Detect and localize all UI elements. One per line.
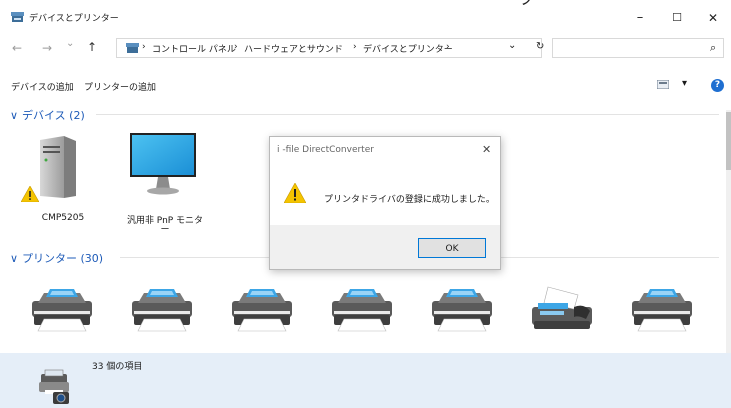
warning-icon [21, 186, 39, 202]
printer-icon[interactable] [130, 285, 194, 333]
warning-icon [284, 183, 306, 203]
group-divider [500, 257, 719, 258]
dialog-title: i -file DirectConverter [277, 145, 374, 155]
up-button[interactable]: ↑ [87, 40, 97, 54]
window-title: デバイスとプリンター [29, 14, 119, 24]
group-divider [96, 114, 719, 115]
scrollbar-thumb[interactable] [726, 112, 731, 170]
refresh-button[interactable]: ↻ [536, 41, 544, 52]
close-button[interactable]: ✕ [693, 7, 731, 29]
multi-device-icon [39, 369, 69, 404]
view-dropdown-arrow[interactable]: ▾ [682, 78, 687, 89]
add-printer-button[interactable]: プリンターの追加 [84, 80, 156, 93]
add-device-button[interactable]: デバイスの追加 [11, 80, 74, 93]
maximize-button[interactable]: ☐ [657, 7, 697, 29]
view-options-icon[interactable] [657, 80, 669, 89]
printer-icon[interactable] [230, 285, 294, 333]
minimize-button[interactable]: – [620, 7, 660, 29]
printer-icon[interactable] [330, 285, 394, 333]
device-label: CMP5205 [41, 213, 85, 223]
printers-group-header[interactable]: プリンター (30) [22, 250, 103, 266]
fax-icon[interactable] [530, 285, 594, 333]
computer-icon[interactable] [34, 136, 82, 200]
search-icon: ⌕ [710, 41, 717, 54]
ok-button[interactable]: OK [418, 238, 486, 258]
control-panel-icon [126, 43, 139, 53]
breadcrumb-separator: › [446, 42, 450, 52]
dialog-message: プリンタドライバの登録に成功しました。 [324, 195, 495, 205]
breadcrumb-control-panel[interactable]: コントロール パネル [152, 42, 236, 55]
printers-group-chevron-icon[interactable]: ∨ [10, 252, 18, 265]
breadcrumb-devices-printers[interactable]: デバイスとプリンター [363, 42, 453, 55]
monitor-icon[interactable] [128, 131, 200, 197]
breadcrumb-separator: › [353, 42, 357, 52]
address-dropdown-button[interactable]: ⌄ [508, 40, 516, 51]
back-button[interactable]: ← [12, 41, 22, 55]
printer-icon[interactable] [430, 285, 494, 333]
search-input[interactable] [552, 38, 724, 58]
device-label-overflow: ー [160, 225, 170, 235]
message-dialog: i -file DirectConverter ✕ プリンタドライバの登録に成功… [269, 136, 501, 270]
breadcrumb-hardware-sound[interactable]: ハードウェアとサウンド [244, 42, 343, 55]
forward-button[interactable]: → [42, 41, 52, 55]
breadcrumb-separator: › [142, 42, 146, 52]
group-divider [120, 257, 270, 258]
dialog-close-button[interactable]: ✕ [482, 143, 491, 156]
printer-icon[interactable] [630, 285, 694, 333]
breadcrumb-separator: › [234, 42, 238, 52]
item-count: 33 個の項目 [92, 362, 143, 372]
devices-printers-app-icon [11, 12, 24, 22]
devices-group-chevron-icon[interactable]: ∨ [10, 109, 18, 122]
printer-icon[interactable] [30, 285, 94, 333]
recent-locations-button[interactable]: ⌄ [66, 38, 74, 49]
help-icon[interactable]: ? [711, 79, 724, 92]
devices-group-header[interactable]: デバイス (2) [22, 107, 85, 123]
